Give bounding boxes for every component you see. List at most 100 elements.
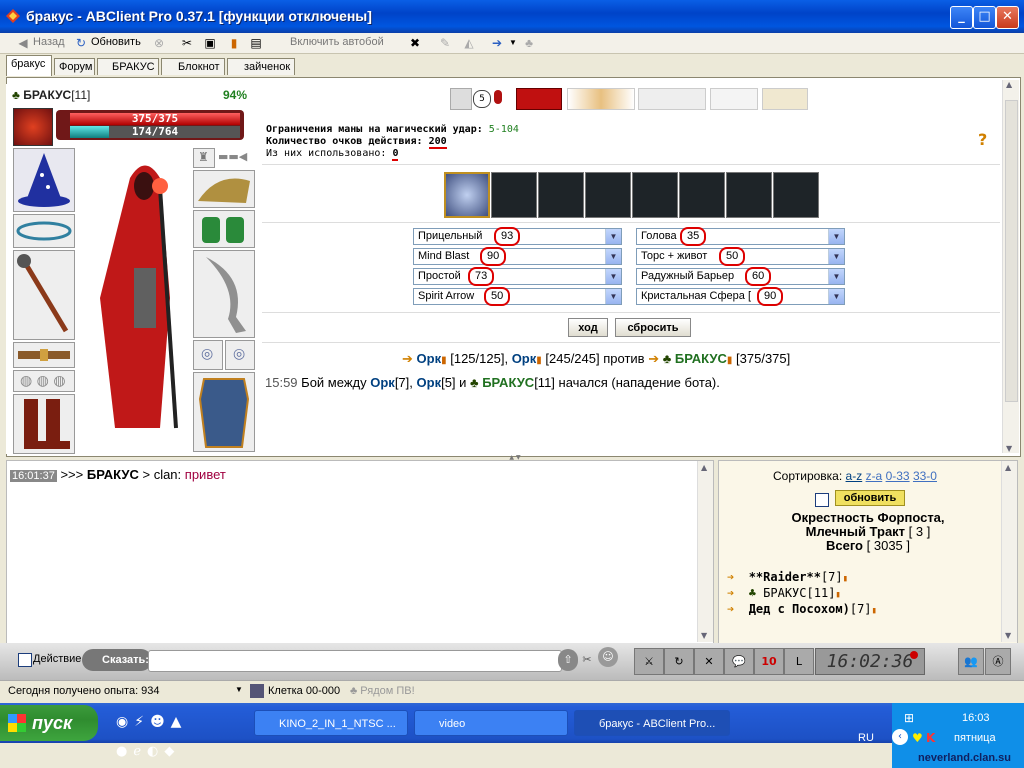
close-button[interactable]: ✕: [996, 6, 1019, 29]
tab-zaichenok[interactable]: зайченок: [227, 58, 295, 75]
battle-off-icon[interactable]: ✖: [408, 36, 422, 50]
chevron-down-icon[interactable]: ▼: [235, 685, 243, 694]
level-icon[interactable]: L: [784, 648, 814, 675]
defense-select-1[interactable]: Голова 35 ▼: [636, 227, 845, 246]
spell-slot[interactable]: [585, 172, 631, 218]
forward-arrow-icon[interactable]: ➔: [490, 36, 504, 50]
attack-select-4[interactable]: Spirit Arrow 50 ▼: [413, 287, 622, 306]
helmet-slot[interactable]: [13, 148, 75, 212]
horns-icon[interactable]: [567, 88, 635, 110]
language-indicator[interactable]: RU: [858, 732, 874, 744]
vlc-icon[interactable]: ▲: [171, 714, 188, 730]
fight-icon[interactable]: ⚔: [634, 648, 664, 675]
edit-icon[interactable]: ✎: [438, 36, 452, 50]
arrows-icon[interactable]: [710, 88, 758, 110]
reset-button[interactable]: сбросить: [615, 318, 691, 337]
move-button[interactable]: ход: [568, 318, 608, 337]
chat-scrollbar[interactable]: ▲ ▼: [697, 461, 713, 642]
userlist-scrollbar[interactable]: ▲ ▼: [1001, 461, 1017, 642]
antivirus-icon[interactable]: K: [926, 731, 935, 745]
tab-bracus-upper[interactable]: БРАКУС: [97, 58, 159, 75]
sort-0-33[interactable]: 0-33: [886, 469, 910, 483]
autobattle-button[interactable]: Включить автобой: [290, 36, 384, 48]
tools-icon[interactable]: ✂: [180, 36, 194, 50]
start-button[interactable]: пуск: [0, 705, 98, 741]
app-icon[interactable]: ●: [116, 744, 133, 759]
chat-user[interactable]: БРАКУС: [87, 467, 139, 482]
spell-slot[interactable]: [773, 172, 819, 218]
chevron-up-icon[interactable]: ▲: [1006, 80, 1012, 89]
security-icon[interactable]: ♥: [912, 731, 923, 745]
cycle-icon[interactable]: ↻: [664, 648, 694, 675]
paint-icon[interactable]: ◭: [462, 36, 476, 50]
abclient-icon[interactable]: ◆: [164, 744, 180, 759]
network-tray-icon[interactable]: ⊞: [904, 711, 932, 727]
tab-bracus-lower[interactable]: бракус: [6, 55, 52, 76]
chevron-down-icon[interactable]: ▼: [1005, 631, 1011, 640]
spell-slot[interactable]: [726, 172, 772, 218]
ring-slot-1[interactable]: ◎: [193, 340, 223, 370]
minimize-button[interactable]: _: [950, 6, 973, 29]
chevron-up-icon[interactable]: ▲: [1005, 463, 1011, 472]
clear-icon[interactable]: ✂: [578, 649, 596, 671]
boots-slot[interactable]: [13, 394, 75, 454]
skull-icon[interactable]: [638, 88, 706, 110]
attack-select-1[interactable]: Прицельный 93 ▼: [413, 227, 622, 246]
gloves-slot[interactable]: [193, 210, 255, 248]
log-enemy[interactable]: Орк: [370, 375, 395, 390]
enemy-name[interactable]: Орк: [417, 351, 442, 366]
blood-drop-icon[interactable]: [494, 90, 502, 104]
swap-icon[interactable]: [762, 88, 808, 110]
chat-input[interactable]: [148, 650, 562, 672]
ring-slot-2[interactable]: ◎: [225, 340, 255, 370]
task-video[interactable]: video: [414, 710, 568, 736]
sort-33-0[interactable]: 33-0: [913, 469, 937, 483]
player-name[interactable]: БРАКУС: [675, 351, 727, 366]
chevron-down-icon[interactable]: ▼: [506, 36, 520, 50]
chevron-down-icon[interactable]: ▼: [1006, 444, 1012, 453]
maximize-button[interactable]: □: [973, 6, 996, 29]
knife-slot[interactable]: ▬▬◀: [216, 148, 256, 168]
list-item[interactable]: ➔ ♣ БРАКУС[11]▮: [727, 586, 877, 602]
log-player[interactable]: БРАКУС: [482, 375, 534, 390]
cross-icon[interactable]: ✕: [694, 648, 724, 675]
weapon-slot[interactable]: [13, 250, 75, 340]
task-kino[interactable]: KINO_2_IN_1_NTSC ...: [254, 710, 408, 736]
back-button[interactable]: Назад: [33, 36, 65, 48]
chevron-down-icon[interactable]: ▼: [701, 631, 707, 640]
action-checkbox[interactable]: [18, 653, 32, 667]
spell-slot[interactable]: [632, 172, 678, 218]
enemy-name[interactable]: Орк: [512, 351, 537, 366]
log-enemy[interactable]: Орк: [417, 375, 442, 390]
attack-select-2[interactable]: Mind Blast 90 ▼: [413, 247, 622, 266]
attack-select-3[interactable]: Простой 73 ▼: [413, 267, 622, 286]
smiley-icon[interactable]: ☺: [598, 647, 618, 667]
chest-icon[interactable]: [516, 88, 562, 110]
stop-icon[interactable]: ⊗: [152, 36, 166, 50]
info-icon[interactable]: Ⓐ: [985, 648, 1011, 675]
spell-slot[interactable]: [538, 172, 584, 218]
crossed-swords-icon[interactable]: [450, 88, 472, 110]
firefox-icon[interactable]: ◐: [147, 744, 164, 759]
scroll-thumb[interactable]: [1005, 100, 1018, 402]
belt-slot[interactable]: [13, 342, 75, 368]
up-arrow-icon[interactable]: ⇧: [558, 649, 578, 671]
game-icon[interactable]: ☻: [150, 714, 171, 730]
group-icon[interactable]: ♣: [522, 36, 536, 50]
necklace-slot[interactable]: [13, 214, 75, 248]
spell-slot[interactable]: [491, 172, 537, 218]
tab-notepad[interactable]: Блокнот: [161, 58, 225, 75]
rings-slot-left[interactable]: ◍ ◍ ◍: [13, 370, 75, 392]
main-scrollbar[interactable]: ▲ ▼: [1002, 80, 1019, 453]
defense-select-3[interactable]: Радужный Барьер 60 ▼: [636, 267, 845, 286]
sort-az[interactable]: a-z: [846, 469, 863, 483]
list-item[interactable]: ➔ Дед с Посохом)[7]▮: [727, 602, 877, 618]
image-icon[interactable]: ▣: [203, 36, 217, 50]
bag-slot[interactable]: ♜: [193, 148, 215, 168]
task-abclient[interactable]: бракус - ABClient Pro...: [574, 710, 730, 736]
defense-select-2[interactable]: Торс + живот 50 ▼: [636, 247, 845, 266]
spell-slot-active[interactable]: [444, 172, 490, 218]
sort-za[interactable]: z-a: [866, 469, 883, 483]
armor-slot[interactable]: [193, 372, 255, 452]
offhand-slot[interactable]: [193, 250, 255, 338]
